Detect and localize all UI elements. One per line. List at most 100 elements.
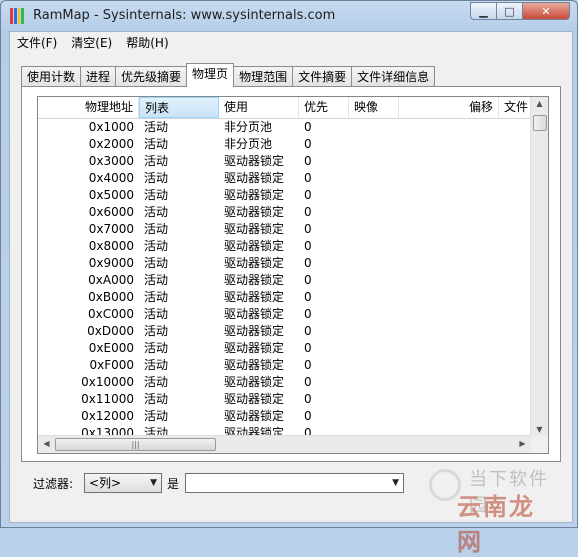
- horizontal-scroll-thumb[interactable]: |||: [55, 438, 216, 451]
- menu-empty[interactable]: 清空(E): [64, 34, 119, 51]
- cell-priority: 0: [304, 358, 312, 372]
- tab-physical-pages[interactable]: 物理页: [186, 63, 235, 87]
- table-row[interactable]: 0x7000 活动 驱动器锁定 0: [38, 221, 531, 238]
- menu-file[interactable]: 文件(F): [10, 34, 64, 51]
- column-header-image[interactable]: 映像: [349, 97, 399, 118]
- tab-physical-ranges[interactable]: 物理范围: [233, 66, 294, 87]
- scroll-right-arrow-icon[interactable]: ▶: [514, 439, 531, 448]
- table-row[interactable]: 0x2000 活动 非分页池 0: [38, 136, 531, 153]
- title-bar[interactable]: RamMap - Sysinternals: www.sysinternals.…: [1, 1, 577, 31]
- filter-column-select[interactable]: <列> ▼: [84, 473, 162, 493]
- physical-pages-table: 物理地址 列表 使用 优先 映像 偏移 文件 0x1000 活动 非分页池 0 0x20…: [37, 96, 549, 454]
- cell-file: [499, 374, 531, 391]
- cell-file: [499, 289, 531, 306]
- cell-physical-address: 0xA000: [88, 273, 134, 287]
- cell-use: 驱动器锁定: [224, 409, 285, 423]
- table-row[interactable]: 0x9000 活动 驱动器锁定 0: [38, 255, 531, 272]
- chevron-down-icon: ▼: [150, 478, 157, 488]
- cell-physical-address: 0x5000: [88, 188, 134, 202]
- cell-list: 活动: [144, 188, 169, 202]
- cell-priority: 0: [304, 120, 312, 134]
- chevron-down-icon: ▼: [392, 478, 399, 488]
- menu-help[interactable]: 帮助(H): [119, 34, 175, 51]
- cell-offset: [399, 221, 499, 238]
- cell-offset: [399, 374, 499, 391]
- column-header-use[interactable]: 使用: [219, 97, 299, 118]
- physical-pages-panel: 物理地址 列表 使用 优先 映像 偏移 文件 0x1000 活动 非分页池 0 0x20…: [21, 86, 561, 462]
- maximize-icon: □: [504, 4, 515, 18]
- maximize-button[interactable]: □: [496, 2, 523, 20]
- scroll-down-arrow-icon[interactable]: ▼: [531, 425, 548, 434]
- horizontal-scrollbar[interactable]: ◀ ||| ▶: [38, 435, 531, 453]
- column-header-file[interactable]: 文件: [499, 97, 531, 118]
- table-row[interactable]: 0x4000 活动 驱动器锁定 0: [38, 170, 531, 187]
- table-row[interactable]: 0x10000 活动 驱动器锁定 0: [38, 374, 531, 391]
- cell-physical-address: 0x7000: [88, 222, 134, 236]
- cell-use: 驱动器锁定: [224, 171, 285, 185]
- cell-image: [349, 221, 399, 238]
- cell-file: [499, 204, 531, 221]
- close-icon: ✕: [541, 4, 551, 18]
- cell-use: 驱动器锁定: [224, 392, 285, 406]
- table-row[interactable]: 0xB000 活动 驱动器锁定 0: [38, 289, 531, 306]
- cell-list: 活动: [144, 205, 169, 219]
- scroll-up-arrow-icon[interactable]: ▲: [531, 99, 548, 108]
- table-row[interactable]: 0x6000 活动 驱动器锁定 0: [38, 204, 531, 221]
- filter-is-label: 是: [167, 477, 180, 491]
- table-row[interactable]: 0xC000 活动 驱动器锁定 0: [38, 306, 531, 323]
- table-row[interactable]: 0x11000 活动 驱动器锁定 0: [38, 391, 531, 408]
- cell-offset: [399, 204, 499, 221]
- vertical-scroll-thumb[interactable]: [533, 115, 547, 131]
- cell-list: 活动: [144, 256, 169, 270]
- table-row[interactable]: 0xA000 活动 驱动器锁定 0: [38, 272, 531, 289]
- table-row[interactable]: 0xF000 活动 驱动器锁定 0: [38, 357, 531, 374]
- column-header-offset[interactable]: 偏移: [399, 97, 499, 118]
- table-row[interactable]: 0xD000 活动 驱动器锁定 0: [38, 323, 531, 340]
- minimize-button[interactable]: ▁: [470, 2, 497, 20]
- cell-physical-address: 0x9000: [88, 256, 134, 270]
- table-row[interactable]: 0x12000 活动 驱动器锁定 0: [38, 408, 531, 425]
- cell-physical-address: 0xC000: [87, 307, 134, 321]
- tab-use-counts[interactable]: 使用计数: [21, 66, 82, 87]
- cell-physical-address: 0x10000: [81, 375, 134, 389]
- cell-list: 活动: [144, 290, 169, 304]
- tab-priority-summary[interactable]: 优先级摘要: [115, 66, 188, 87]
- cell-priority: 0: [304, 154, 312, 168]
- scroll-left-arrow-icon[interactable]: ◀: [38, 439, 55, 448]
- vertical-scrollbar[interactable]: ▲ ▼: [530, 97, 548, 436]
- cell-physical-address: 0x12000: [81, 409, 134, 423]
- cell-priority: 0: [304, 256, 312, 270]
- cell-priority: 0: [304, 392, 312, 406]
- close-button[interactable]: ✕: [522, 2, 570, 20]
- cell-offset: [399, 153, 499, 170]
- site-watermark: 当下软件园 云南龙网: [429, 465, 559, 556]
- filter-value-combobox[interactable]: ▼: [185, 473, 404, 493]
- window-title: RamMap - Sysinternals: www.sysinternals.…: [33, 8, 336, 23]
- tab-file-summary[interactable]: 文件摘要: [292, 66, 353, 87]
- cell-file: [499, 221, 531, 238]
- tab-file-details[interactable]: 文件详细信息: [351, 66, 436, 87]
- table-row[interactable]: 0x3000 活动 驱动器锁定 0: [38, 153, 531, 170]
- column-header-physical-address[interactable]: 物理地址: [38, 97, 139, 118]
- table-row[interactable]: 0x1000 活动 非分页池 0: [38, 119, 531, 136]
- table-row[interactable]: 0x8000 活动 驱动器锁定 0: [38, 238, 531, 255]
- cell-priority: 0: [304, 239, 312, 253]
- column-header-list[interactable]: 列表: [139, 97, 219, 118]
- minimize-icon: ▁: [479, 4, 488, 18]
- cell-list: 活动: [144, 154, 169, 168]
- cell-use: 驱动器锁定: [224, 188, 285, 202]
- cell-image: [349, 136, 399, 153]
- cell-file: [499, 357, 531, 374]
- table-row[interactable]: 0x5000 活动 驱动器锁定 0: [38, 187, 531, 204]
- cell-use: 驱动器锁定: [224, 307, 285, 321]
- tab-processes[interactable]: 进程: [80, 66, 117, 87]
- cell-offset: [399, 187, 499, 204]
- column-header-priority[interactable]: 优先: [299, 97, 349, 118]
- cell-list: 活动: [144, 171, 169, 185]
- cell-use: 驱动器锁定: [224, 154, 285, 168]
- cell-offset: [399, 170, 499, 187]
- cell-list: 活动: [144, 273, 169, 287]
- cell-image: [349, 255, 399, 272]
- cell-priority: 0: [304, 171, 312, 185]
- table-row[interactable]: 0xE000 活动 驱动器锁定 0: [38, 340, 531, 357]
